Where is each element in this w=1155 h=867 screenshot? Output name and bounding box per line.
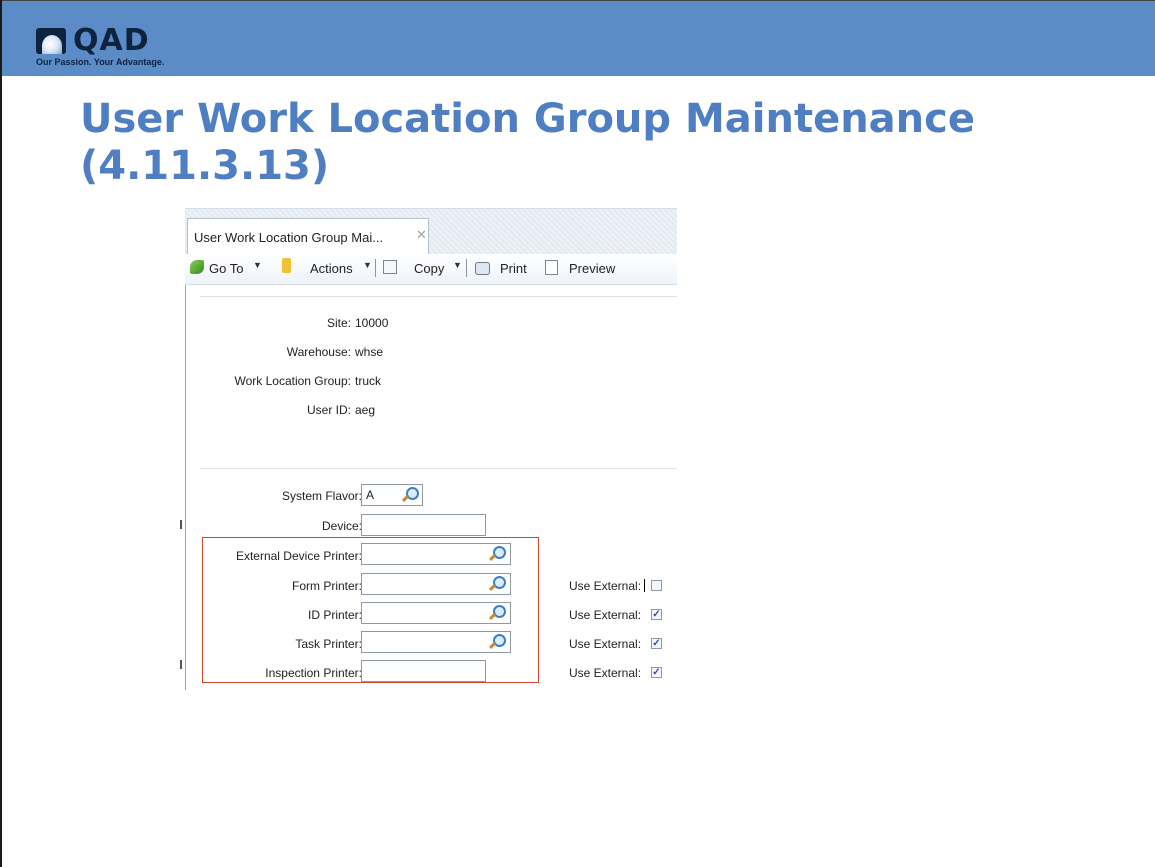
qad-logo-icon xyxy=(36,28,66,54)
go-to-button[interactable]: Go To xyxy=(209,261,243,276)
copy-icon[interactable] xyxy=(383,260,397,274)
system-flavor-value: A xyxy=(366,488,375,502)
toolbar: Go To ▼ Actions ▼ Copy ▼ Print Preview xyxy=(185,254,677,285)
slide-frame-edge xyxy=(0,0,2,867)
section-divider xyxy=(200,296,677,297)
search-icon[interactable] xyxy=(401,486,419,503)
site-label: Site: xyxy=(326,316,351,330)
work-location-group-label: Work Location Group: xyxy=(234,374,351,388)
edge-tick xyxy=(180,520,182,529)
user-id-label: User ID: xyxy=(306,403,351,417)
device-label: Device: xyxy=(321,519,362,533)
chevron-down-icon[interactable]: ▼ xyxy=(453,260,462,270)
actions-icon[interactable] xyxy=(282,258,291,273)
work-location-group-value: truck xyxy=(355,374,382,388)
slide-title: User Work Location Group Maintenance (4.… xyxy=(80,96,1080,190)
actions-button[interactable]: Actions xyxy=(310,261,353,276)
id-printer-use-external-label: Use External: xyxy=(569,608,642,622)
logo-tagline: Our Passion. Your Advantage. xyxy=(36,57,165,67)
slide-title-line-2: (4.11.3.13) xyxy=(80,143,330,189)
warehouse-value: whse xyxy=(355,345,384,359)
user-id-value: aeg xyxy=(355,403,376,417)
chevron-down-icon[interactable]: ▼ xyxy=(253,260,262,270)
text-cursor xyxy=(644,579,645,592)
tab-user-work-location-group[interactable]: User Work Location Group Mai... ✕ xyxy=(187,218,429,255)
inspection-printer-use-external-label: Use External: xyxy=(569,666,642,680)
tab-strip: User Work Location Group Mai... ✕ xyxy=(185,208,677,255)
tab-label: User Work Location Group Mai... xyxy=(194,230,384,245)
printer-highlight-box xyxy=(202,537,539,683)
task-printer-use-external-label: Use External: xyxy=(569,637,642,651)
system-flavor-label: System Flavor: xyxy=(281,489,362,503)
print-button[interactable]: Print xyxy=(500,261,527,276)
inspection-printer-use-external-checkbox[interactable]: ✓ xyxy=(651,667,662,678)
slide-title-line-1: User Work Location Group Maintenance xyxy=(80,96,975,142)
form-printer-use-external-checkbox[interactable] xyxy=(651,580,662,591)
chevron-down-icon[interactable]: ▼ xyxy=(363,260,372,270)
go-to-icon[interactable] xyxy=(190,260,204,274)
form-printer-use-external-label: Use External: xyxy=(569,579,642,593)
site-value: 10000 xyxy=(355,316,389,330)
printer-icon[interactable] xyxy=(475,262,490,275)
slide-banner: QAD Our Passion. Your Advantage. xyxy=(2,0,1155,76)
preview-icon[interactable] xyxy=(545,260,558,275)
edge-tick xyxy=(180,660,182,669)
task-printer-use-external-checkbox[interactable]: ✓ xyxy=(651,638,662,649)
copy-button[interactable]: Copy xyxy=(414,261,444,276)
logo-text: QAD xyxy=(73,23,150,58)
id-printer-use-external-checkbox[interactable]: ✓ xyxy=(651,609,662,620)
preview-button[interactable]: Preview xyxy=(569,261,615,276)
device-field[interactable] xyxy=(361,514,486,536)
toolbar-separator xyxy=(466,259,467,277)
close-icon[interactable]: ✕ xyxy=(416,227,427,243)
section-divider xyxy=(200,468,677,469)
qad-logo: QAD Our Passion. Your Advantage. xyxy=(36,23,186,71)
toolbar-separator xyxy=(375,259,376,277)
warehouse-label: Warehouse: xyxy=(286,345,351,359)
